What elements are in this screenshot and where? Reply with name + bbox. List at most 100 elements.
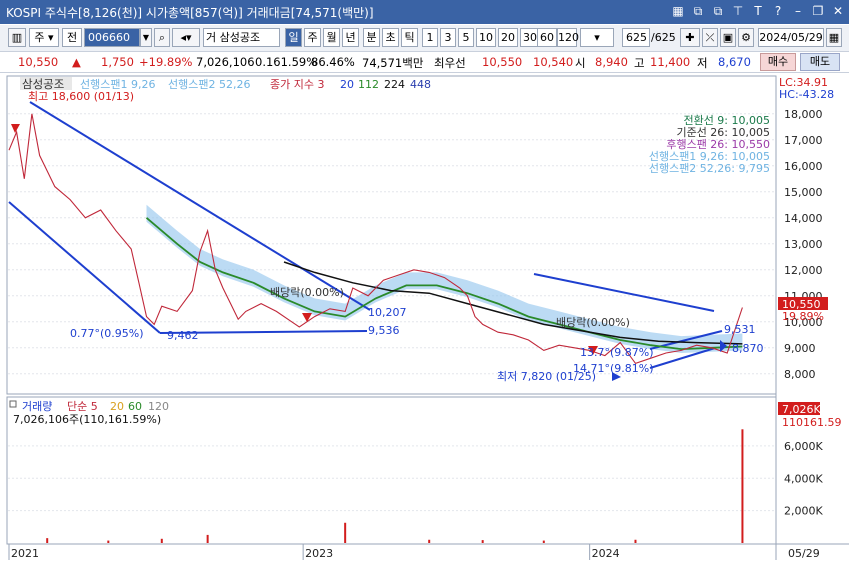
legend-span2: 선행스팬2 52,26 bbox=[168, 78, 250, 91]
legend-ma-20: 20 bbox=[340, 78, 354, 91]
search-icon[interactable]: ⌕ bbox=[154, 28, 170, 47]
tab-minute[interactable]: 분 bbox=[363, 28, 380, 47]
price-tick-label: 14,000 bbox=[784, 212, 823, 225]
price-axis-labels: 8,0009,00010,00011,00012,00013,00014,000… bbox=[784, 108, 823, 381]
interval-5[interactable]: 5 bbox=[458, 28, 474, 47]
volume-value: 7,026,106 bbox=[196, 55, 255, 69]
price-tick-label: 16,000 bbox=[784, 160, 823, 173]
market-select[interactable]: 주 ▾ bbox=[29, 28, 59, 47]
text-icon[interactable]: T bbox=[751, 3, 765, 19]
annotation-dividend-2: 배당락(0.00%) bbox=[556, 316, 630, 329]
volume-tag: 7,026K bbox=[782, 403, 821, 416]
volume-ma-120: 120 bbox=[148, 400, 169, 413]
volume-ma-5: 단순 5 bbox=[67, 400, 98, 413]
draw-icon[interactable]: ⤫ bbox=[702, 28, 718, 47]
price-tick-label: 18,000 bbox=[784, 108, 823, 121]
volume-ma-60: 60 bbox=[128, 400, 142, 413]
annotation-angle-2: 13.7°(9.87%) bbox=[580, 346, 654, 359]
minimize-icon[interactable]: – bbox=[791, 3, 805, 19]
legend-stock: 삼성공조 bbox=[22, 77, 64, 91]
interval-custom-select[interactable]: ▾ bbox=[580, 28, 614, 47]
layout-icon[interactable]: ▥ bbox=[8, 28, 26, 47]
legend-ma-224: 224 bbox=[384, 78, 405, 91]
open-label: 시 bbox=[575, 56, 586, 70]
indicator-icon[interactable]: ✚ bbox=[680, 28, 700, 47]
volume-bar bbox=[107, 540, 110, 543]
volume-tick-label: 6,000K bbox=[784, 440, 823, 453]
annotation-angle-1: 0.77°(0.95%) bbox=[70, 327, 144, 340]
price-tick-label: 15,000 bbox=[784, 186, 823, 199]
sell-button[interactable]: 매도 bbox=[800, 53, 840, 71]
close-icon[interactable]: ✕ bbox=[831, 3, 845, 19]
volume-bar bbox=[206, 534, 209, 543]
current-price: 10,550 bbox=[18, 55, 59, 69]
price-tick-label: 8,000 bbox=[784, 368, 816, 381]
interval-1[interactable]: 1 bbox=[422, 28, 438, 47]
code-dropdown-icon[interactable]: ▼ bbox=[140, 28, 152, 47]
tab-second[interactable]: 초 bbox=[382, 28, 399, 47]
grid-icon[interactable]: ▦ bbox=[671, 3, 685, 19]
interval-60[interactable]: 60 bbox=[537, 28, 557, 47]
volume-info: 7,026,106주(110,161.59%) bbox=[13, 413, 161, 426]
high-label: 고 bbox=[634, 56, 645, 70]
pin-icon[interactable]: ⊤ bbox=[731, 3, 745, 19]
volume-tick-label: 2,000K bbox=[784, 505, 823, 518]
code-input[interactable]: 006660 bbox=[84, 28, 140, 47]
tab-year[interactable]: 년 bbox=[342, 28, 359, 47]
buy-button[interactable]: 매수 bbox=[760, 53, 796, 71]
volume-legend-box-icon bbox=[9, 400, 17, 408]
save-icon[interactable]: ▣ bbox=[720, 28, 736, 47]
interval-120[interactable]: 120 bbox=[557, 28, 579, 47]
restore-icon[interactable]: ❐ bbox=[811, 3, 825, 19]
legend-close: 종가 지수 3 bbox=[270, 78, 324, 91]
calendar-icon[interactable]: ▦ bbox=[826, 28, 842, 47]
x-axis-labels: 2021 2023 2024 05/29 bbox=[8, 544, 820, 560]
stock-name-field: 거 삼성공조 bbox=[203, 28, 280, 47]
low-label: 저 bbox=[697, 56, 708, 70]
volume-tick-label: 4,000K bbox=[784, 472, 823, 485]
up-arrow-icon: ▲ bbox=[72, 55, 81, 69]
tab-week[interactable]: 주 bbox=[304, 28, 321, 47]
price-chart[interactable]: 8,0009,00010,00011,00012,00013,00014,000… bbox=[0, 74, 849, 566]
chart-area[interactable]: 8,000 9,000 10,000 11,000 12,000 13,000 14,000… bbox=[0, 74, 849, 566]
hc-label: HC:-43.28 bbox=[779, 88, 834, 101]
clone-icon[interactable]: ⧉ bbox=[711, 3, 725, 19]
volume-tag-2: 110161.59 bbox=[782, 416, 842, 429]
annotation-8870: 8,870 bbox=[732, 342, 764, 355]
count-input[interactable]: 625 bbox=[622, 28, 650, 47]
interval-20[interactable]: 20 bbox=[498, 28, 518, 47]
volume-bar bbox=[344, 522, 347, 543]
price-tick-label: 9,000 bbox=[784, 342, 816, 355]
x-tick-label: 05/29 bbox=[788, 547, 820, 560]
tab-tick[interactable]: 틱 bbox=[401, 28, 418, 47]
prev-button[interactable]: 전 bbox=[62, 28, 82, 47]
percent-tag: 19.89% bbox=[782, 310, 824, 323]
volume-bar bbox=[634, 539, 637, 543]
legend-ma-112: 112 bbox=[358, 78, 379, 91]
copy-icon[interactable]: ⧉ bbox=[691, 3, 705, 19]
trade-amount: 74,571백만 bbox=[362, 56, 424, 70]
legend-ma-448: 448 bbox=[410, 78, 431, 91]
annotation-9462: 9,462 bbox=[167, 329, 199, 342]
interval-3[interactable]: 3 bbox=[440, 28, 456, 47]
price-tick-label: 12,000 bbox=[784, 264, 823, 277]
best-ask: 10,550 bbox=[482, 55, 523, 69]
window-controls: ▦ ⧉ ⧉ ⊤ T ? – ❐ ✕ bbox=[671, 3, 845, 19]
interval-10[interactable]: 10 bbox=[476, 28, 496, 47]
quote-bar: 10,550 ▲ 1,750 +19.89% 7,026,106 0.161.5… bbox=[0, 52, 849, 73]
volume-bar bbox=[741, 429, 744, 543]
x-tick-label: 2024 bbox=[592, 547, 620, 560]
sound-icon[interactable]: ◂▾ bbox=[172, 28, 200, 47]
change-percent: +19.89% bbox=[139, 55, 193, 69]
best-bid: 10,540 bbox=[533, 55, 574, 69]
min-price-label: 최저 7,820 (01/25) bbox=[497, 370, 596, 383]
price-change: 1,750 bbox=[101, 55, 134, 69]
tab-month[interactable]: 월 bbox=[323, 28, 340, 47]
tab-day[interactable]: 일 bbox=[285, 28, 302, 47]
date-input[interactable]: 2024/05/29 bbox=[758, 28, 824, 47]
volume-bar bbox=[481, 540, 484, 543]
help-icon[interactable]: ? bbox=[771, 3, 785, 19]
volume-axis-labels: 2,000K 4,000K 6,000K bbox=[784, 440, 823, 518]
settings-icon[interactable]: ⚙ bbox=[738, 28, 754, 47]
high-price: 11,400 bbox=[650, 55, 691, 69]
